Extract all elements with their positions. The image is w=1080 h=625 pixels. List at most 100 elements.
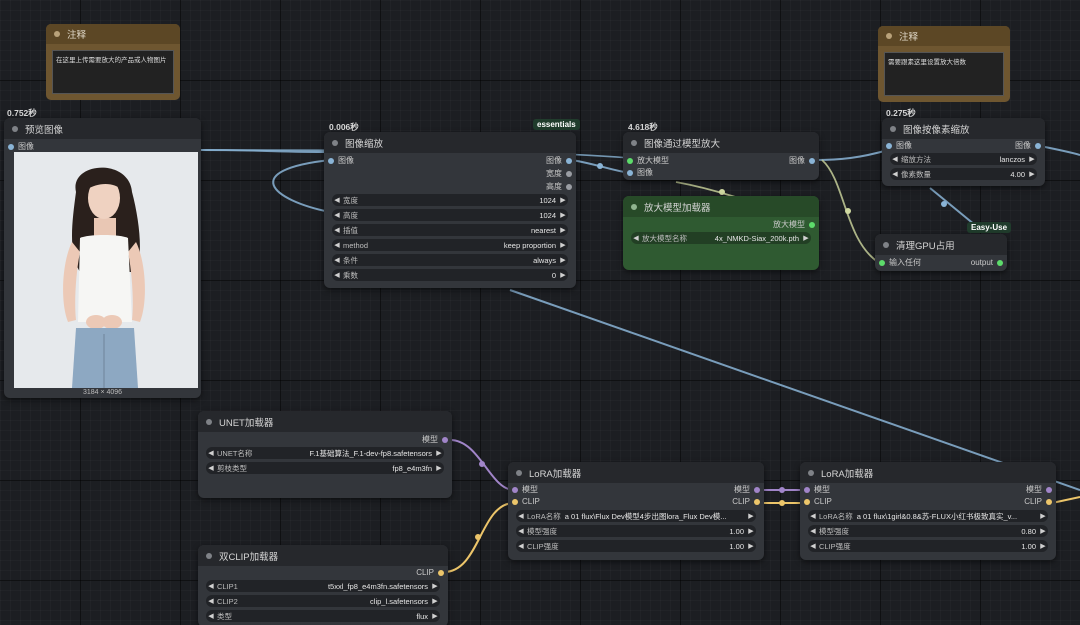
node-title[interactable]: 双CLIP加载器	[198, 545, 448, 566]
increment-arrow-icon[interactable]: ▶	[801, 234, 811, 242]
decrement-arrow-icon[interactable]: ◀	[332, 256, 342, 264]
widget-model-strength[interactable]: ◀ 模型强度 0.80 ▶	[808, 525, 1048, 537]
input-socket-any[interactable]	[879, 260, 885, 266]
output-socket-image[interactable]	[809, 158, 815, 164]
decrement-arrow-icon[interactable]: ◀	[206, 449, 216, 457]
node-lora-loader-1[interactable]: LoRA加载器 模型 模型 CLIP CLIP ◀ LoRA名称 a 01 fl…	[508, 462, 764, 560]
increment-arrow-icon[interactable]: ▶	[1038, 512, 1048, 520]
node-clean-gpu[interactable]: 清理GPU占用 输入任何 output	[875, 234, 1007, 271]
node-image-scale-by-pixels[interactable]: 图像按像素缩放 图像 图像 ◀ 缩放方法 lanczos ▶ ◀ 像素数量 4.…	[882, 118, 1045, 186]
node-collapse-dot[interactable]	[54, 31, 60, 37]
node-collapse-dot[interactable]	[883, 241, 889, 248]
output-socket-width[interactable]	[566, 171, 572, 177]
output-socket-image[interactable]	[1035, 143, 1041, 149]
input-socket-model[interactable]	[804, 487, 810, 493]
widget-height[interactable]: ◀ 高度 1024 ▶	[332, 209, 568, 221]
increment-arrow-icon[interactable]: ▶	[746, 512, 756, 520]
increment-arrow-icon[interactable]: ▶	[746, 542, 756, 550]
decrement-arrow-icon[interactable]: ◀	[332, 196, 342, 204]
node-collapse-dot[interactable]	[886, 33, 892, 39]
decrement-arrow-icon[interactable]: ◀	[516, 542, 526, 550]
output-socket-clip[interactable]	[1046, 499, 1052, 505]
node-title[interactable]: LoRA加载器	[508, 462, 764, 483]
widget-unet-name[interactable]: ◀ UNET名称 F.1基础算法_F.1-dev-fp8.safetensors…	[206, 447, 444, 459]
decrement-arrow-icon[interactable]: ◀	[516, 527, 526, 535]
node-collapse-dot[interactable]	[631, 139, 637, 146]
input-socket-image[interactable]	[328, 158, 334, 164]
decrement-arrow-icon[interactable]: ◀	[808, 542, 818, 550]
increment-arrow-icon[interactable]: ▶	[558, 241, 568, 249]
widget-lora-name[interactable]: ◀ LoRA名称 a 01 flux\Flux Dev模型4步出图lora_Fl…	[516, 510, 756, 522]
increment-arrow-icon[interactable]: ▶	[1038, 527, 1048, 535]
widget-model-name[interactable]: ◀ 放大模型名称 4x_NMKD-Siax_200k.pth ▶	[631, 232, 811, 244]
node-collapse-dot[interactable]	[206, 552, 212, 559]
node-graph-canvas[interactable]: 注释 在这里上传需要放大的产品或人物图片 注释 需要跟素这里设置放大倍数 0.7…	[0, 0, 1080, 625]
node-title[interactable]: UNET加载器	[198, 411, 452, 432]
decrement-arrow-icon[interactable]: ◀	[206, 612, 216, 620]
output-socket-height[interactable]	[566, 184, 572, 190]
input-socket-clip[interactable]	[804, 499, 810, 505]
output-socket-clip[interactable]	[754, 499, 760, 505]
widget-megapixels[interactable]: ◀ 像素数量 4.00 ▶	[890, 168, 1037, 180]
decrement-arrow-icon[interactable]: ◀	[206, 464, 216, 472]
node-collapse-dot[interactable]	[12, 125, 18, 132]
decrement-arrow-icon[interactable]: ◀	[332, 211, 342, 219]
output-socket-clip[interactable]	[438, 570, 444, 576]
node-title[interactable]: LoRA加载器	[800, 462, 1056, 483]
increment-arrow-icon[interactable]: ▶	[1027, 155, 1037, 163]
node-image-scale[interactable]: 图像缩放 图像 图像 宽度 高度 ◀ 宽度 1024 ▶ ◀ 高度 1024 ▶	[324, 132, 576, 288]
input-socket-model[interactable]	[512, 487, 518, 493]
increment-arrow-icon[interactable]: ▶	[434, 449, 444, 457]
decrement-arrow-icon[interactable]: ◀	[332, 241, 342, 249]
decrement-arrow-icon[interactable]: ◀	[808, 527, 818, 535]
widget-clip2[interactable]: ◀ CLIP2 clip_l.safetensors ▶	[206, 595, 440, 607]
node-title[interactable]: 预览图像	[4, 118, 201, 139]
increment-arrow-icon[interactable]: ▶	[558, 271, 568, 279]
node-lora-loader-2[interactable]: LoRA加载器 模型 模型 CLIP CLIP ◀ LoRA名称 a 01 fl…	[800, 462, 1056, 560]
increment-arrow-icon[interactable]: ▶	[558, 211, 568, 219]
node-title[interactable]: 图像通过模型放大	[623, 132, 819, 153]
node-preview-image[interactable]: 预览图像 图像 3184 × 4096	[4, 118, 201, 398]
node-title[interactable]: 图像按像素缩放	[882, 118, 1045, 139]
widget-clip-strength[interactable]: ◀ CLIP强度 1.00 ▶	[808, 540, 1048, 552]
widget-multiplier[interactable]: ◀ 乘数 0 ▶	[332, 269, 568, 281]
output-socket-model[interactable]	[1046, 487, 1052, 493]
increment-arrow-icon[interactable]: ▶	[558, 226, 568, 234]
node-collapse-dot[interactable]	[631, 203, 637, 210]
note-text[interactable]: 需要跟素这里设置放大倍数	[884, 52, 1004, 96]
increment-arrow-icon[interactable]: ▶	[430, 582, 440, 590]
decrement-arrow-icon[interactable]: ◀	[890, 155, 900, 163]
widget-clip-type[interactable]: ◀ 类型 flux ▶	[206, 610, 440, 622]
input-socket-image[interactable]	[886, 143, 892, 149]
decrement-arrow-icon[interactable]: ◀	[206, 582, 216, 590]
node-collapse-dot[interactable]	[808, 469, 814, 476]
widget-method[interactable]: ◀ method keep proportion ▶	[332, 239, 568, 251]
widget-model-strength[interactable]: ◀ 模型强度 1.00 ▶	[516, 525, 756, 537]
output-socket-output[interactable]	[997, 260, 1003, 266]
node-dual-clip-loader[interactable]: 双CLIP加载器 CLIP ◀ CLIP1 t5xxl_fp8_e4m3fn.s…	[198, 545, 448, 625]
input-socket-image[interactable]	[8, 144, 14, 150]
increment-arrow-icon[interactable]: ▶	[558, 256, 568, 264]
widget-lora-name[interactable]: ◀ LoRA名称 a 01 flux\1girl&0.8&苏-FLUX小红书极致…	[808, 510, 1048, 522]
widget-condition[interactable]: ◀ 条件 always ▶	[332, 254, 568, 266]
widget-clip-strength[interactable]: ◀ CLIP强度 1.00 ▶	[516, 540, 756, 552]
increment-arrow-icon[interactable]: ▶	[558, 196, 568, 204]
node-collapse-dot[interactable]	[890, 125, 896, 132]
widget-interpolation[interactable]: ◀ 插值 nearest ▶	[332, 224, 568, 236]
input-socket-clip[interactable]	[512, 499, 518, 505]
decrement-arrow-icon[interactable]: ◀	[332, 226, 342, 234]
decrement-arrow-icon[interactable]: ◀	[890, 170, 900, 178]
node-title[interactable]: 图像缩放	[324, 132, 576, 153]
output-socket-model[interactable]	[442, 437, 448, 443]
decrement-arrow-icon[interactable]: ◀	[516, 512, 526, 520]
node-title[interactable]: 放大模型加载器	[623, 196, 819, 217]
increment-arrow-icon[interactable]: ▶	[430, 612, 440, 620]
output-socket-image[interactable]	[566, 158, 572, 164]
decrement-arrow-icon[interactable]: ◀	[206, 597, 216, 605]
increment-arrow-icon[interactable]: ▶	[1027, 170, 1037, 178]
widget-scale-method[interactable]: ◀ 缩放方法 lanczos ▶	[890, 153, 1037, 165]
increment-arrow-icon[interactable]: ▶	[430, 597, 440, 605]
increment-arrow-icon[interactable]: ▶	[1038, 542, 1048, 550]
note-text[interactable]: 在这里上传需要放大的产品或人物图片	[52, 50, 174, 94]
widget-weight-dtype[interactable]: ◀ 剪枝类型 fp8_e4m3fn ▶	[206, 462, 444, 474]
